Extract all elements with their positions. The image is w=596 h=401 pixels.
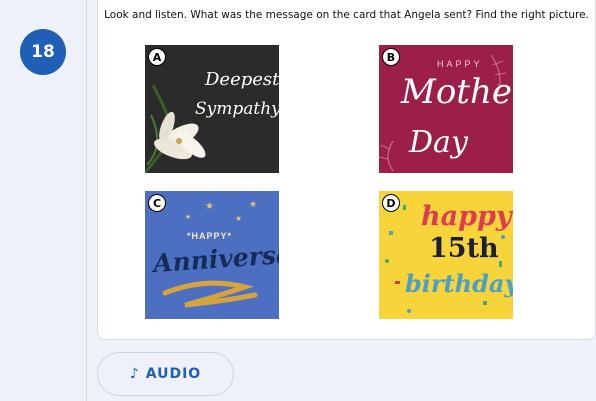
option-c-picture[interactable]: ★ ★ ★ ★ C *HAPPY* Anniversary! — [145, 191, 279, 319]
audio-label: AUDIO — [145, 366, 202, 382]
card-text: Day — [409, 125, 468, 160]
option-a-picture[interactable]: A Deepest Sympathy — [145, 45, 279, 173]
audio-button[interactable]: ♪ AUDIO — [97, 352, 234, 396]
question-card: Look and listen. What was the message on… — [97, 0, 596, 340]
svg-text:★: ★ — [185, 213, 191, 221]
question-page: 18 Look and listen. What was the message… — [0, 0, 596, 401]
option-b-picture[interactable]: B HAPPY Mother's Day — [379, 45, 513, 173]
question-number-badge: 18 — [20, 29, 66, 75]
svg-text:★: ★ — [249, 199, 257, 209]
card-text: Mother's — [401, 72, 513, 112]
question-text: Look and listen. What was the message on… — [104, 9, 589, 21]
svg-text:★: ★ — [205, 201, 214, 212]
option-d-picture[interactable]: D happy 15th birthday — [379, 191, 513, 319]
left-rail: 18 — [0, 0, 86, 401]
option-letter-badge: A — [148, 48, 166, 66]
card-text: *HAPPY* — [187, 231, 233, 241]
card-text: birthday — [405, 269, 513, 298]
option-letter-badge: D — [382, 194, 400, 212]
card-text: Deepest — [205, 69, 279, 90]
option-letter-badge: B — [382, 48, 400, 66]
card-text: HAPPY — [437, 59, 483, 69]
svg-text:★: ★ — [235, 214, 242, 223]
option-letter-badge: C — [148, 194, 166, 212]
card-text: 15th — [429, 233, 499, 264]
divider — [86, 0, 87, 401]
card-text: Sympathy — [195, 99, 279, 119]
card-text: happy — [421, 201, 512, 232]
music-note-icon: ♪ — [129, 366, 140, 382]
